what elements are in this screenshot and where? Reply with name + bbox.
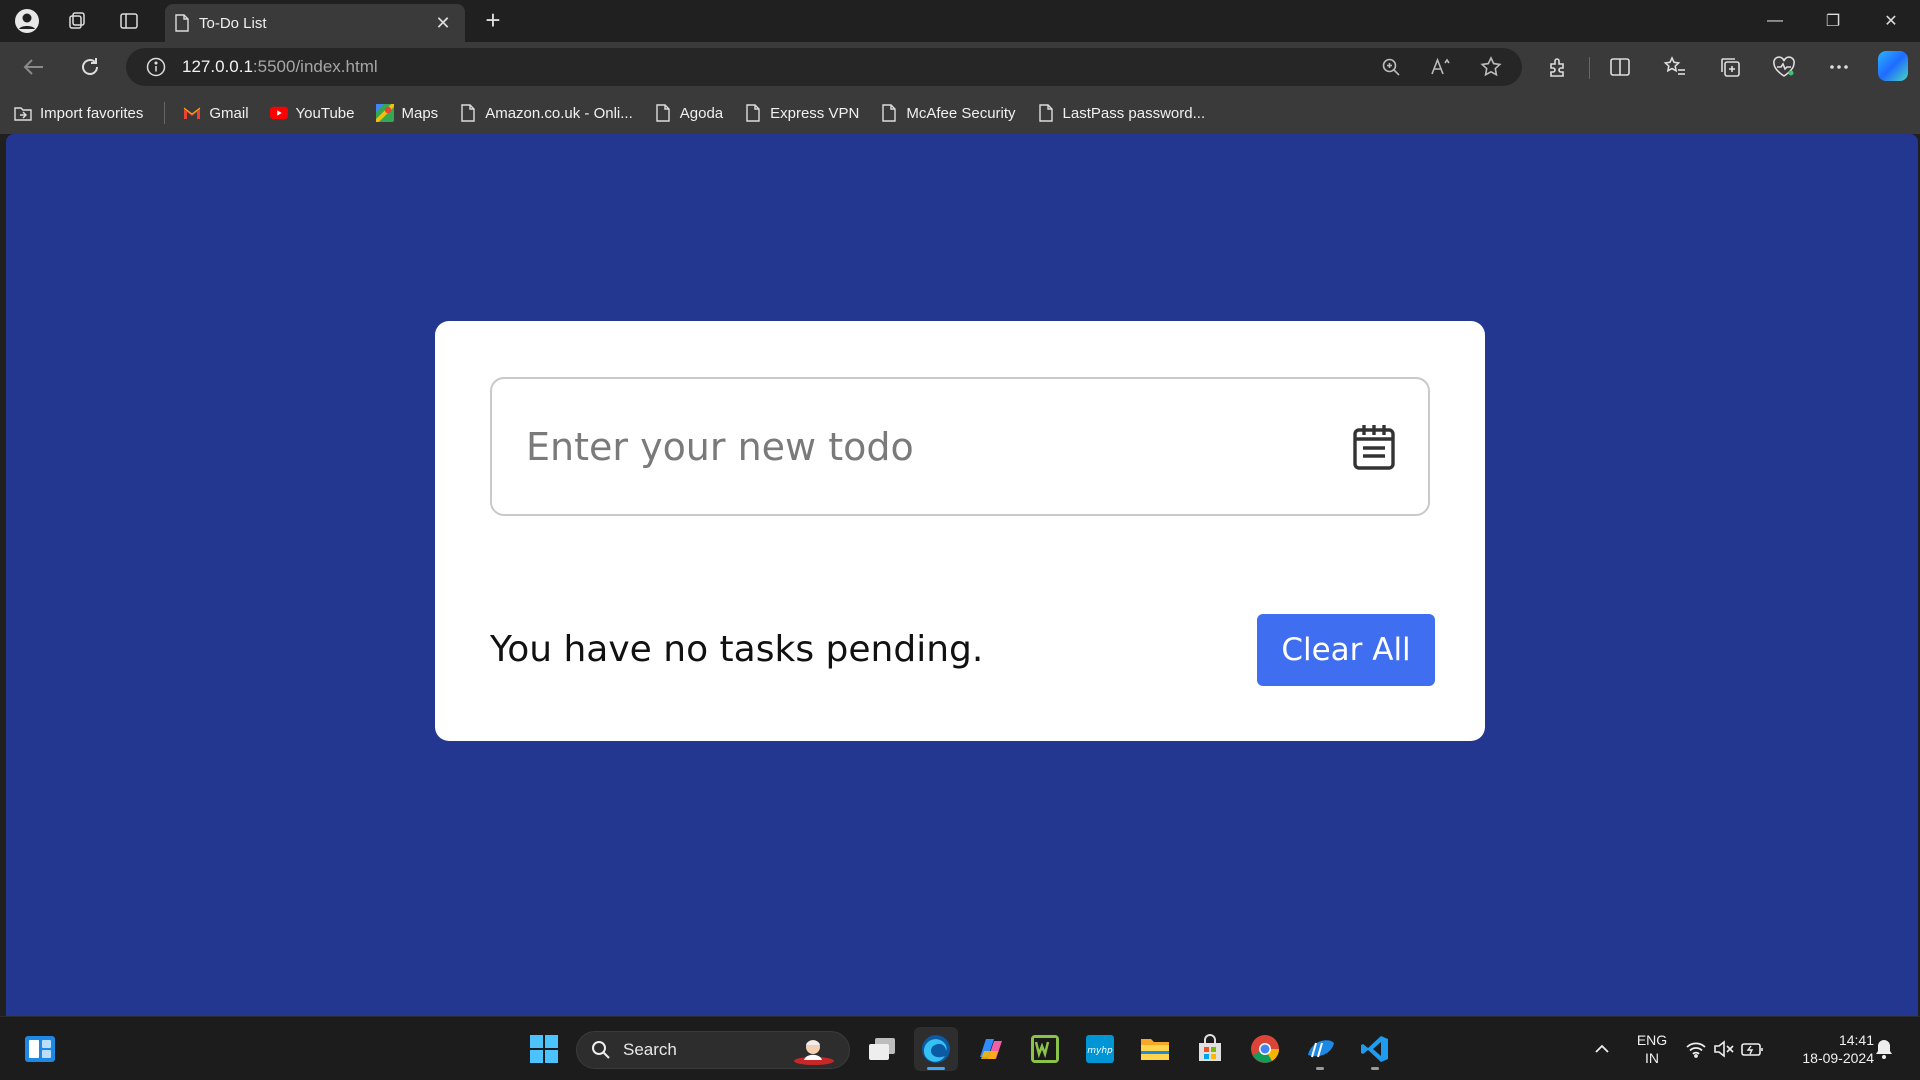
language-indicator[interactable]: ENG IN (1630, 1031, 1674, 1067)
start-button[interactable] (522, 1027, 566, 1071)
page-icon (459, 104, 477, 122)
favorite-label: Agoda (679, 104, 724, 122)
pending-tasks-text: You have no tasks pending. (490, 629, 984, 670)
search-icon (592, 1041, 610, 1059)
volume-muted-icon (1714, 1040, 1734, 1058)
page-icon (744, 104, 762, 122)
favorite-maps[interactable]: Maps (375, 98, 439, 128)
back-button[interactable] (18, 52, 50, 82)
url-host: 127.0.0.1 (182, 57, 253, 76)
page-icon (175, 14, 189, 32)
more-options-icon[interactable] (1823, 52, 1855, 82)
profile-icon[interactable] (12, 7, 42, 35)
close-window-button[interactable]: ✕ (1862, 0, 1920, 42)
calendar-icon[interactable] (1352, 423, 1396, 471)
tab-to-do-list[interactable]: To-Do List ✕ (165, 4, 465, 42)
tray-network-volume-battery[interactable] (1682, 1027, 1766, 1071)
notification-bell-icon[interactable] (1862, 1027, 1906, 1071)
favorite-label: Import favorites (40, 104, 144, 122)
zoom-icon[interactable] (1376, 52, 1406, 82)
active-indicator (927, 1067, 945, 1070)
browser-title-bar: To-Do List ✕ + — ❐ ✕ (0, 0, 1920, 42)
clock-date: 18-09-2024 (1802, 1050, 1874, 1066)
favorite-label: Gmail (209, 104, 249, 122)
clock-time: 14:41 (1838, 1032, 1874, 1048)
region-code: IN (1645, 1050, 1659, 1066)
address-toolbar: 127.0.0.1:5500/index.html (0, 42, 1920, 92)
minimize-button[interactable]: — (1746, 0, 1804, 42)
running-indicator (1316, 1067, 1324, 1070)
new-tab-button[interactable]: + (478, 6, 508, 36)
favorite-label: Maps (401, 104, 439, 122)
page-viewport: You have no tasks pending. Clear All (6, 134, 1918, 1016)
favorite-label: Express VPN (770, 104, 860, 122)
copilot-taskbar-icon[interactable] (968, 1027, 1012, 1071)
favorite-label: McAfee Security (906, 104, 1016, 122)
hp-support-icon[interactable] (1298, 1027, 1342, 1071)
favorite-label: LastPass password... (1062, 104, 1206, 122)
favorite-gmail[interactable]: Gmail (183, 98, 249, 128)
maps-icon (375, 104, 394, 122)
favorites-bar: Import favorites Gmail YouTube Maps Amaz… (0, 92, 1920, 134)
workspaces-icon[interactable] (62, 7, 92, 35)
favorite-import[interactable]: Import favorites (14, 98, 143, 128)
favorite-express-vpn[interactable]: Express VPN (744, 98, 859, 128)
edge-taskbar-icon[interactable] (914, 1027, 958, 1071)
task-view-icon[interactable] (860, 1027, 904, 1071)
favorite-label: YouTube (295, 104, 355, 122)
page-icon (654, 104, 672, 122)
address-bar[interactable]: 127.0.0.1:5500/index.html (126, 48, 1522, 86)
battery-icon (1741, 1043, 1763, 1056)
microsoft-store-icon[interactable] (1188, 1027, 1232, 1071)
split-screen-icon[interactable] (1604, 52, 1636, 82)
favorite-lastpass[interactable]: LastPass password... (1037, 98, 1206, 128)
favorite-youtube[interactable]: YouTube (269, 98, 355, 128)
tab-actions-icon[interactable] (114, 7, 144, 35)
favorite-agoda[interactable]: Agoda (654, 98, 723, 128)
favorite-mcafee[interactable]: McAfee Security (880, 98, 1016, 128)
browser-essentials-icon[interactable] (1768, 52, 1800, 82)
file-explorer-icon[interactable] (1133, 1027, 1177, 1071)
widgets-icon[interactable] (18, 1027, 62, 1071)
extensions-icon[interactable] (1542, 52, 1574, 82)
chrome-icon[interactable] (1243, 1027, 1287, 1071)
favorites-list-icon[interactable] (1659, 52, 1691, 82)
page-icon (880, 104, 898, 122)
favorite-amazon[interactable]: Amazon.co.uk - Onli... (459, 98, 633, 128)
vscode-icon[interactable] (1353, 1027, 1397, 1071)
myhp-icon[interactable]: myhp (1078, 1027, 1122, 1071)
show-hidden-icons-chevron-up-icon[interactable] (1580, 1027, 1624, 1071)
search-highlight-icon (794, 1040, 834, 1065)
language-code: ENG (1636, 1032, 1668, 1048)
wifi-icon (1686, 1042, 1706, 1058)
search-label: Search (623, 1040, 677, 1059)
taskbar-search[interactable]: Search (576, 1031, 850, 1069)
svg-text:myhp: myhp (1087, 1046, 1113, 1056)
webstorm-icon[interactable] (1023, 1027, 1067, 1071)
favorites-divider (164, 102, 166, 124)
site-info-icon[interactable] (146, 57, 166, 77)
read-aloud-icon[interactable] (1426, 52, 1456, 82)
import-icon (14, 104, 32, 122)
windows-taskbar: Search myhp ENG IN 14:41 18-09-2024 (0, 1016, 1920, 1080)
running-indicator (1371, 1067, 1379, 1070)
gmail-icon (183, 104, 201, 122)
todo-card: You have no tasks pending. Clear All (435, 321, 1485, 741)
collections-icon[interactable] (1714, 52, 1746, 82)
clock[interactable]: 14:41 18-09-2024 (1782, 1031, 1874, 1067)
favorite-label: Amazon.co.uk - Onli... (485, 104, 633, 122)
restore-button[interactable]: ❐ (1804, 0, 1862, 42)
url-path: :5500/index.html (252, 57, 378, 76)
tab-title: To-Do List (199, 14, 267, 32)
page-icon (1037, 104, 1055, 122)
todo-input[interactable] (490, 377, 1430, 516)
clear-all-button[interactable]: Clear All (1257, 614, 1435, 686)
youtube-icon (269, 104, 288, 122)
favorite-star-icon[interactable] (1476, 52, 1506, 82)
toolbar-divider (1589, 57, 1590, 79)
copilot-icon[interactable] (1878, 51, 1908, 81)
tab-close-icon[interactable]: ✕ (431, 13, 455, 34)
refresh-button[interactable] (74, 52, 106, 82)
